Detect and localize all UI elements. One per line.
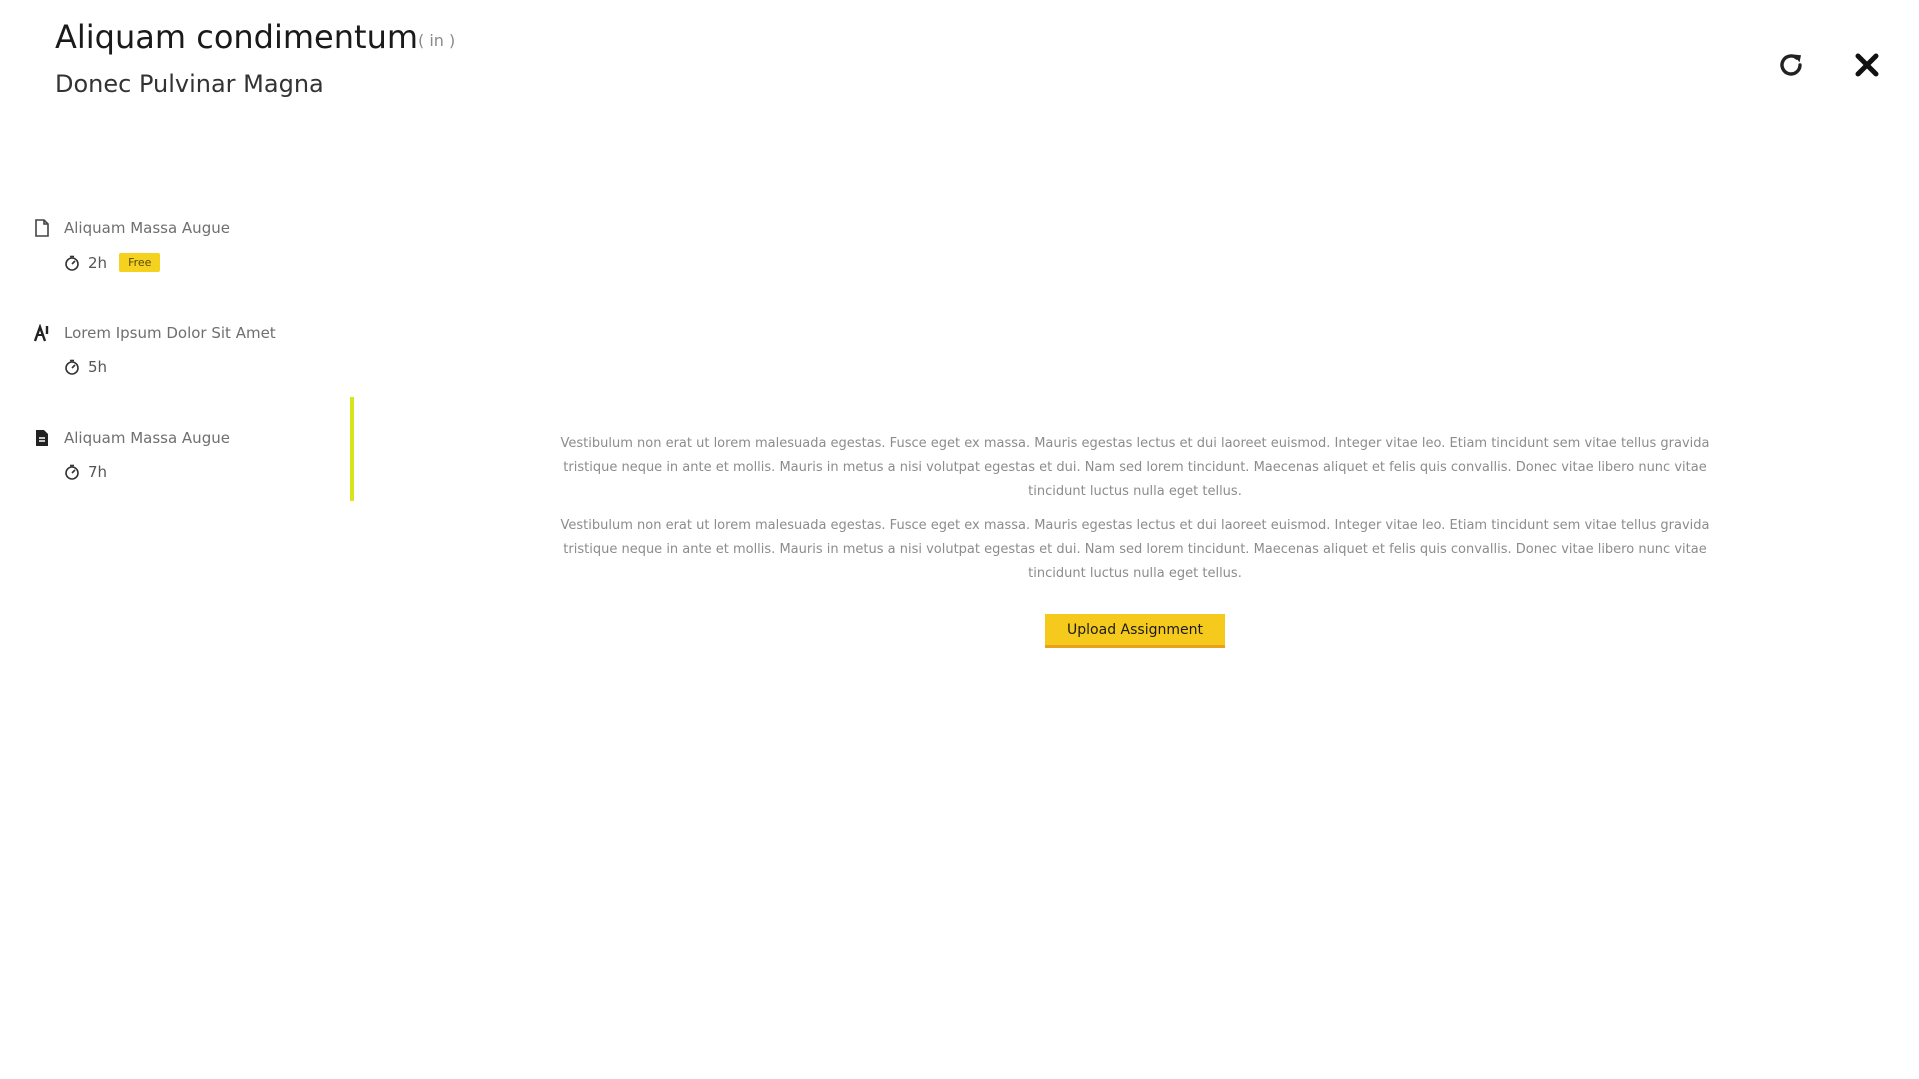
assignment-icon [32,428,52,448]
lesson-sidebar: Aliquam Massa Augue 2h Free Lorem Ipsum … [0,215,360,530]
description-paragraph: Vestibulum non erat ut lorem malesuada e… [560,518,1710,581]
lesson-item-active[interactable]: Aliquam Massa Augue 7h [0,397,360,530]
lesson-duration: 7h [88,463,108,481]
lesson-item[interactable]: Lorem Ipsum Dolor Sit Amet 5h [0,320,360,425]
description-paragraph: Vestibulum non erat ut lorem malesuada e… [560,436,1710,499]
refresh-button[interactable] [1774,48,1808,82]
close-icon [1855,53,1879,77]
lesson-duration: 5h [88,358,108,376]
lesson-item[interactable]: Aliquam Massa Augue 2h Free [0,215,360,320]
free-badge: Free [119,253,161,272]
lesson-title: Lorem Ipsum Dolor Sit Amet [64,324,276,342]
clock-icon [65,359,79,375]
document-icon [32,218,52,238]
quiz-icon [32,323,52,343]
active-indicator [350,397,354,501]
close-button[interactable] [1850,48,1884,82]
clock-icon [65,464,79,480]
header: Aliquam condimentum ( in ) Donec Pulvina… [0,0,1919,140]
lesson-title: Aliquam Massa Augue [64,219,230,237]
course-title: Aliquam condimentum [55,18,419,56]
upload-assignment-button[interactable]: Upload Assignment [1045,614,1225,648]
course-tag: ( in ) [418,31,456,50]
refresh-icon [1780,54,1802,76]
course-subtitle: Donec Pulvinar Magna [55,70,324,98]
assignment-content: Vestibulum non erat ut lorem malesuada e… [560,432,1710,648]
lesson-title: Aliquam Massa Augue [64,429,230,447]
lesson-duration: 2h [88,253,108,272]
clock-icon [65,255,79,271]
